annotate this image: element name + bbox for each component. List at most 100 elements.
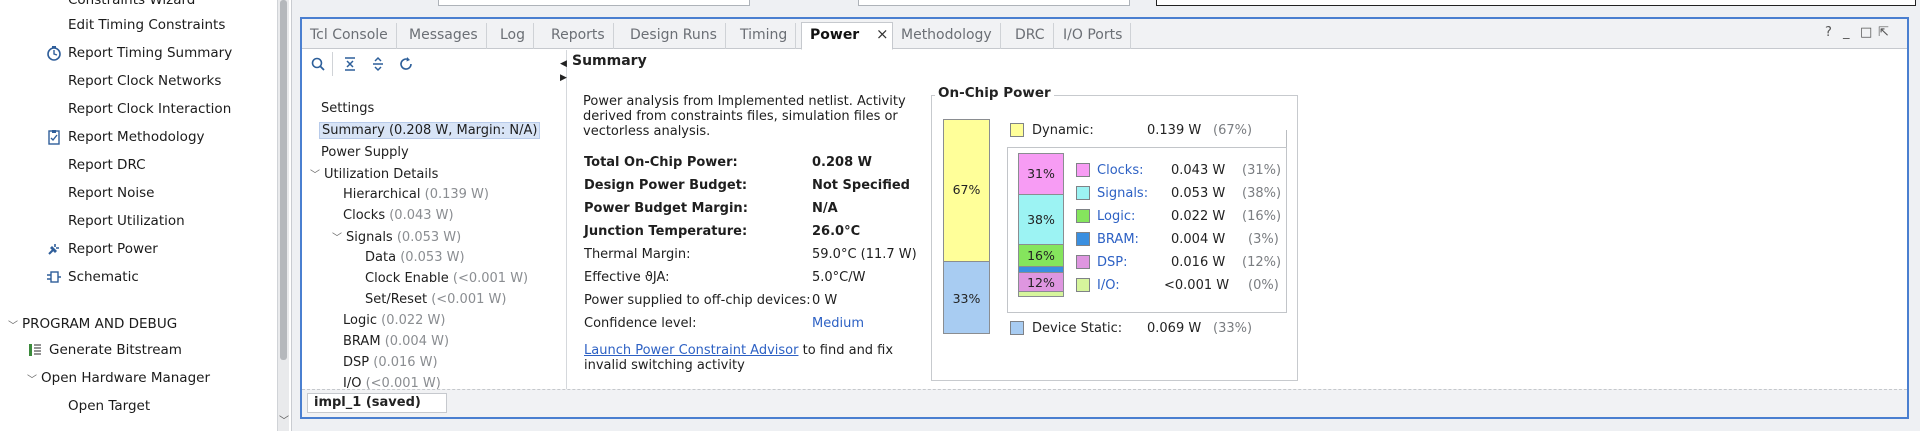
chevron-down-icon: ﹀ <box>27 374 37 386</box>
tree-clocks[interactable]: Clocks (0.043 W) <box>343 208 454 223</box>
nav-label: Generate Bitstream <box>49 342 182 358</box>
tree-bram[interactable]: BRAM (0.004 W) <box>343 334 449 349</box>
tree-label: Clock Enable <box>365 271 449 286</box>
nav-label: Report Power <box>68 241 158 257</box>
nav-report-noise[interactable]: Report Noise <box>68 185 155 201</box>
nav-edit-timing-constraints[interactable]: Edit Timing Constraints <box>68 17 225 33</box>
section-program-and-debug[interactable]: ﹀ PROGRAM AND DEBUG <box>8 316 177 332</box>
tab-io-ports[interactable]: I/O Ports <box>1055 23 1132 49</box>
budget-margin-label: Power Budget Margin: <box>584 201 748 216</box>
advisor-line: Launch Power Constraint Advisor to find … <box>584 343 893 358</box>
maximize-icon[interactable]: □ <box>1860 25 1872 40</box>
scroll-down-arrow-icon[interactable]: ﹀ <box>279 412 289 427</box>
clocks-legend-link[interactable]: Clocks: <box>1097 163 1143 178</box>
confidence-value-link[interactable]: Medium <box>812 316 864 331</box>
tree-label: Utilization Details <box>324 167 439 182</box>
toolbar-field[interactable] <box>1156 0 1916 6</box>
bram-legend-link[interactable]: BRAM: <box>1097 232 1139 247</box>
nav-constraints-wizard[interactable]: Constraints Wizard <box>68 0 195 8</box>
nav-report-timing-summary[interactable]: Report Timing Summary <box>46 45 232 61</box>
logic-legend-swatch <box>1076 209 1090 223</box>
summary-header: Summary <box>572 53 647 69</box>
expand-right-arrow-icon[interactable]: ▶ <box>560 73 567 83</box>
tree-set-reset[interactable]: Set/Reset (<0.001 W) <box>365 292 506 307</box>
nav-report-methodology[interactable]: Report Methodology <box>46 129 205 145</box>
float-icon[interactable]: ⇱ <box>1878 25 1889 40</box>
tree-label: Set/Reset <box>365 292 428 307</box>
total-power-label: Total On-Chip Power: <box>584 155 738 170</box>
nav-schematic[interactable]: Schematic <box>46 269 139 285</box>
nav-report-utilization[interactable]: Report Utilization <box>68 213 185 229</box>
nav-report-drc[interactable]: Report DRC <box>68 157 146 173</box>
collapse-all-icon[interactable] <box>340 56 360 76</box>
effective-theta-ja-value: 5.0°C/W <box>812 270 866 285</box>
nav-label: Report Clock Interaction <box>68 101 232 117</box>
nav-scrollbar[interactable]: ﹀ <box>277 0 289 431</box>
tree-data[interactable]: Data (0.053 W) <box>365 250 465 265</box>
nav-generate-bitstream[interactable]: Generate Bitstream <box>27 342 182 358</box>
dynamic-bar-label: 67% <box>952 182 981 197</box>
tree-hierarchical[interactable]: Hierarchical (0.139 W) <box>343 187 489 202</box>
help-icon[interactable]: ? <box>1825 25 1832 40</box>
nav-open-target[interactable]: Open Target <box>68 398 150 414</box>
tab-messages[interactable]: Messages <box>401 23 487 49</box>
dsp-legend-link[interactable]: DSP: <box>1097 255 1127 270</box>
tab-log[interactable]: Log <box>492 23 535 49</box>
expand-all-icon[interactable] <box>368 56 388 76</box>
tree-power-supply[interactable]: Power Supply <box>321 145 409 160</box>
io-legend-value: <0.001 W <box>1164 278 1230 293</box>
tree-signals[interactable]: ﹀ Signals (0.053 W) <box>332 229 461 245</box>
tree-dsp[interactable]: DSP (0.016 W) <box>343 355 438 370</box>
nav-open-hardware-manager[interactable]: ﹀ Open Hardware Manager <box>27 370 210 386</box>
tab-drc[interactable]: DRC <box>1007 23 1054 49</box>
collapse-left-arrow-icon[interactable]: ◀ <box>560 59 567 69</box>
signals-legend-link[interactable]: Signals: <box>1097 186 1148 201</box>
tab-reports[interactable]: Reports <box>543 23 614 49</box>
logic-legend-value: 0.022 W <box>1171 209 1226 224</box>
nav-report-clock-interaction[interactable]: Report Clock Interaction <box>68 101 231 117</box>
tree-value: (0.022 W) <box>381 313 446 328</box>
tree-clock-enable[interactable]: Clock Enable (<0.001 W) <box>365 271 528 286</box>
clock-icon <box>46 45 62 61</box>
tree-logic[interactable]: Logic (0.022 W) <box>343 313 445 328</box>
close-icon[interactable]: × <box>876 25 889 43</box>
io-bar-segment <box>1018 291 1064 297</box>
power-budget-value: Not Specified <box>812 178 910 193</box>
logic-legend-pct: (16%) <box>1242 209 1282 224</box>
bram-legend-value: 0.004 W <box>1171 232 1226 247</box>
nav-label: Report Timing Summary <box>68 45 233 61</box>
tree-settings[interactable]: Settings <box>321 101 374 116</box>
search-icon[interactable] <box>308 56 328 76</box>
minimize-icon[interactable]: _ <box>1843 25 1850 40</box>
tree-utilization-details[interactable]: ﹀ Utilization Details <box>310 166 438 182</box>
logic-legend-link[interactable]: Logic: <box>1097 209 1135 224</box>
schematic-icon <box>46 269 62 285</box>
tree-summary[interactable]: Summary (0.208 W, Margin: N/A) <box>319 122 541 139</box>
scrollbar-thumb[interactable] <box>280 0 287 360</box>
toolbar-field[interactable] <box>858 0 1130 6</box>
tab-tcl-console[interactable]: Tcl Console <box>302 23 397 49</box>
top-toolbar-strip <box>292 0 1920 14</box>
nav-report-power[interactable]: Report Power <box>46 241 158 257</box>
power-panel: Tcl Console Messages Log Reports Design … <box>300 17 1909 419</box>
logic-bar-label: 16% <box>1027 248 1055 263</box>
tab-design-runs[interactable]: Design Runs <box>622 23 726 49</box>
logic-bar-segment: 16% <box>1018 244 1064 267</box>
clocks-bar-label: 31% <box>1027 166 1055 181</box>
tree-label: Signals <box>346 230 393 245</box>
refresh-icon[interactable] <box>396 56 416 76</box>
clocks-legend-pct: (31%) <box>1242 163 1282 178</box>
run-tab-impl-1[interactable]: impl_1 (saved) <box>307 393 447 413</box>
tab-timing[interactable]: Timing <box>732 23 797 49</box>
summary-intro: derived from constraints files, simulati… <box>583 109 898 124</box>
io-legend-link[interactable]: I/O: <box>1097 278 1120 293</box>
power-budget-label: Design Power Budget: <box>584 178 748 193</box>
toolbar-field[interactable] <box>438 0 750 6</box>
nav-report-clock-networks[interactable]: Report Clock Networks <box>68 73 221 89</box>
advisor-text: to find and fix <box>798 343 894 358</box>
power-constraint-advisor-link[interactable]: Launch Power Constraint Advisor <box>584 343 798 358</box>
effective-theta-ja-label: Effective ϑJA: <box>584 270 670 285</box>
clocks-legend-value: 0.043 W <box>1171 163 1226 178</box>
static-legend-swatch <box>1010 321 1024 335</box>
tab-methodology[interactable]: Methodology <box>893 23 1001 49</box>
